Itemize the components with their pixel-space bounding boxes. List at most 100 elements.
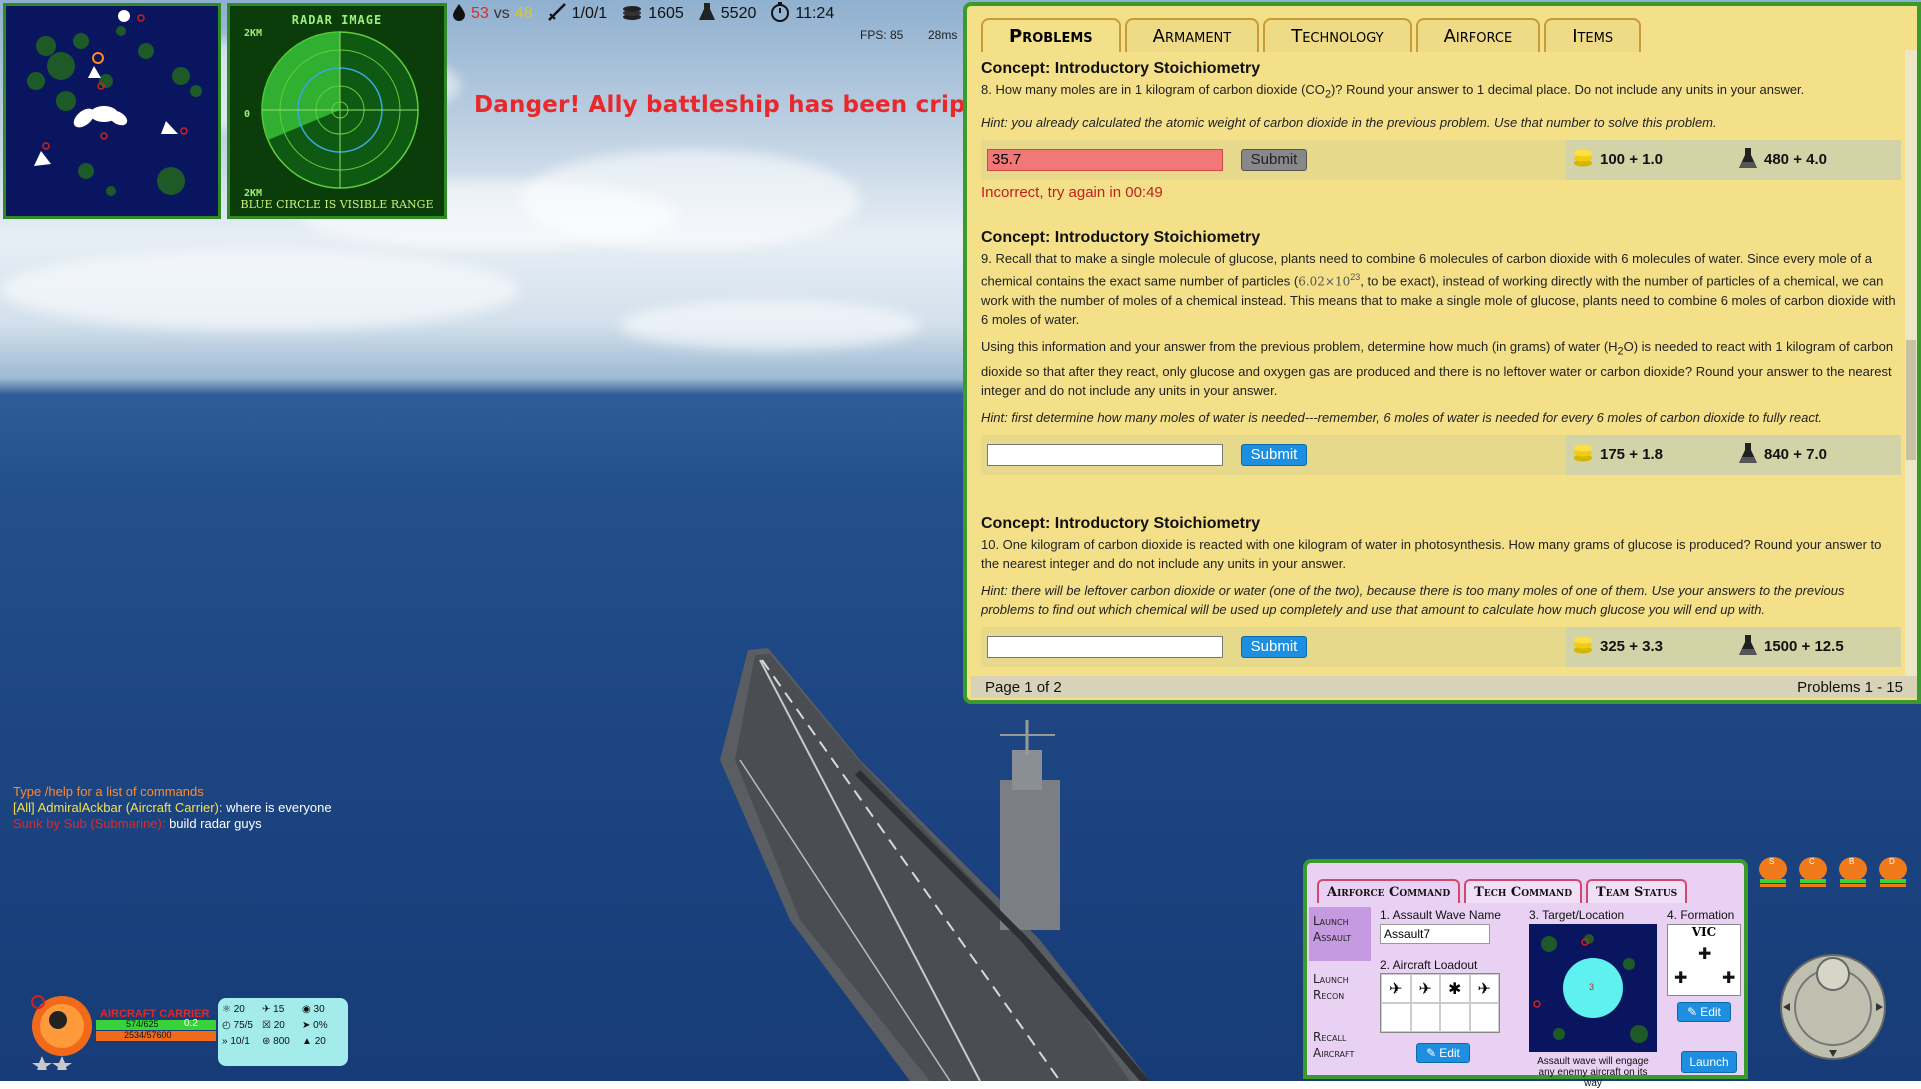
airforce-command-panel: Airforce Command Tech Command Team Statu… — [1303, 859, 1748, 1089]
problem-hint: Hint: there will be leftover carbon diox… — [981, 582, 1845, 617]
score-display: 53 vs 48 — [452, 3, 533, 26]
tab-team-status[interactable]: Team Status — [1586, 879, 1688, 903]
problem-text: Using this information and your answer f… — [981, 338, 1894, 398]
problem-list[interactable]: Concept: Introductory Stoichiometry 8. H… — [981, 56, 1901, 678]
tab-armament[interactable]: Armament — [1124, 18, 1260, 52]
loadout-slot[interactable] — [1381, 1003, 1411, 1032]
radar-panel: RADAR IMAGE 2KM 0 2KM BLUE CIRCLE IS VIS… — [227, 3, 447, 219]
stat-item: ✈ 15 — [262, 1004, 285, 1015]
page-indicator[interactable]: Page 1 of 2 — [985, 679, 1062, 696]
panel-tabs: Problems Armament Technology Airforce It… — [981, 18, 1642, 52]
tab-airforce[interactable]: Airforce — [1415, 18, 1541, 52]
helicopter-icon[interactable]: ✱ — [1440, 974, 1470, 1003]
team-member-icon[interactable]: S — [1757, 855, 1789, 889]
jet-icon[interactable]: ✈ — [1469, 974, 1499, 1003]
answer-input[interactable] — [987, 443, 1223, 466]
xp-bar: 2534/57600 — [96, 1030, 216, 1041]
stopwatch-icon — [770, 1, 790, 27]
shield-icon: 20 — [233, 1004, 245, 1015]
edit-formation-button[interactable]: ✎ Edit — [1677, 1002, 1731, 1022]
plane-icon: 15 — [273, 1004, 285, 1015]
loadout-slot[interactable] — [1440, 1003, 1470, 1032]
assault-note: Assault wave will engage any enemy aircr… — [1537, 1056, 1649, 1089]
alert-message: Danger! Ally battleship has been cripple… — [474, 92, 1034, 118]
fuel-icon: 20 — [314, 1036, 326, 1047]
team-member-icon[interactable]: D — [1877, 855, 1909, 889]
repair-icon: 20 — [273, 1020, 285, 1031]
answer-input[interactable] — [987, 148, 1223, 171]
hp-delta: 0.2 — [184, 1018, 198, 1029]
speed-icon: 10/1 — [230, 1036, 250, 1047]
problem-item: Concept: Introductory Stoichiometry 10. … — [981, 515, 1901, 667]
problem-text: 8. How many moles are in 1 kilogram of c… — [981, 82, 1805, 101]
latency-counter: 28ms — [928, 28, 958, 42]
team-member-icon[interactable]: B — [1837, 855, 1869, 889]
chat-log: Type /help for a list of commands [All] … — [13, 784, 332, 832]
flask-icon — [698, 2, 716, 27]
stat-item: ⊛ 800 — [262, 1036, 290, 1047]
stat-item: ◉ 30 — [302, 1004, 325, 1015]
reward-science: 1500 + 12.5 — [1764, 638, 1844, 656]
tab-airforce-command[interactable]: Airforce Command — [1317, 879, 1461, 903]
answer-row: Submit 325 + 3.3 1500 + 12.5 — [981, 626, 1901, 667]
answer-input[interactable] — [987, 635, 1223, 658]
problems-panel: Problems Armament Technology Airforce It… — [963, 2, 1921, 704]
flask-icon — [1738, 442, 1758, 468]
loadout-grid[interactable]: ✈ ✈ ✱ ✈ — [1380, 973, 1500, 1033]
reward-box: 325 + 3.3 1500 + 12.5 — [1566, 626, 1901, 667]
problem-scrollbar[interactable] — [1905, 50, 1917, 680]
target-marker: 3 — [1589, 982, 1595, 992]
radar-scope — [261, 31, 419, 189]
submit-button[interactable]: Submit — [1241, 148, 1307, 171]
stat-item: ☒ 20 — [262, 1020, 285, 1031]
stat-item: ➤ 0% — [302, 1020, 328, 1031]
science-value: 5520 — [720, 5, 757, 22]
minimap-canvas — [27, 10, 202, 196]
loadout-slot[interactable] — [1410, 1003, 1440, 1032]
problem-hint: Hint: you already calculated the atomic … — [981, 114, 1717, 130]
tab-tech-command[interactable]: Tech Command — [1464, 879, 1583, 903]
camera-joystick[interactable] — [1778, 952, 1888, 1062]
stat-item: ⚛ 20 — [222, 1004, 245, 1015]
reward-coins: 325 + 3.3 — [1600, 638, 1663, 656]
score-left: 53 — [471, 5, 489, 22]
launch-button[interactable]: Launch — [1681, 1051, 1737, 1073]
coins-icon — [621, 3, 643, 26]
sword-icon — [547, 2, 567, 27]
edit-loadout-button[interactable]: ✎ Edit — [1416, 1043, 1470, 1063]
kills-value: 1/0/1 — [571, 5, 608, 22]
target-map[interactable]: 3 — [1529, 924, 1657, 1052]
submit-button[interactable]: Submit — [1241, 635, 1307, 658]
recall-aircraft-button[interactable]: Recall Aircraft — [1309, 1023, 1371, 1077]
fighter-icon[interactable]: ✈ — [1381, 974, 1411, 1003]
science-display: 5520 — [698, 2, 757, 27]
wave-name-input[interactable] — [1380, 924, 1490, 944]
submit-button[interactable]: Submit — [1241, 443, 1307, 466]
pagination-bar: Page 1 of 2 Problems 1 - 15 — [971, 676, 1917, 698]
launch-recon-button[interactable]: Launch Recon — [1309, 965, 1371, 1019]
bomber-icon[interactable]: ✈ — [1410, 974, 1440, 1003]
svg-text:✚: ✚ — [1674, 970, 1687, 987]
radar-subtitle: BLUE CIRCLE IS VISIBLE RANGE — [240, 198, 434, 211]
kills-display: 1/0/1 — [547, 2, 608, 27]
stat-item: ◴ 75/5 — [222, 1020, 253, 1031]
launch-assault-button[interactable]: Launch Assault — [1309, 907, 1371, 961]
problem-text: 10. One kilogram of carbon dioxide is re… — [981, 536, 1882, 571]
formation-name: VIC — [1691, 925, 1717, 939]
problem-hint: Hint: first determine how many moles of … — [981, 409, 1823, 425]
loadout-slot[interactable] — [1469, 1003, 1499, 1032]
problem-range: Problems 1 - 15 — [1797, 678, 1903, 696]
reward-box: 100 + 1.0 480 + 4.0 — [1566, 139, 1901, 180]
problem-concept: Concept: Introductory Stoichiometry — [981, 514, 1261, 532]
team-member-icon[interactable]: C — [1797, 855, 1829, 889]
answer-feedback: Incorrect, try again in 00:49 — [981, 183, 1163, 201]
tab-items[interactable]: Items — [1544, 18, 1642, 52]
target-label: 3. Target/Location — [1529, 908, 1625, 922]
scrollbar-thumb[interactable] — [1906, 340, 1916, 460]
flask-icon — [1738, 147, 1758, 173]
minimap[interactable] — [3, 3, 221, 219]
tab-problems[interactable]: Problems — [981, 18, 1121, 52]
tab-technology[interactable]: Technology — [1263, 18, 1412, 52]
problem-text: 9. Recall that to make a single molecule… — [981, 250, 1896, 327]
formation-preview[interactable]: VIC ✚ ✚ ✚ — [1667, 924, 1741, 996]
